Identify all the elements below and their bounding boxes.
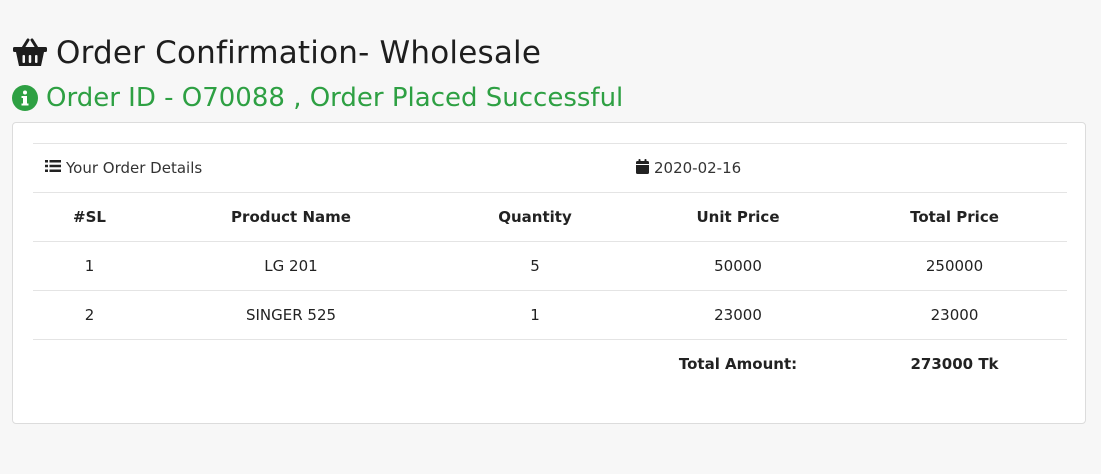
order-date-cell: 2020-02-16 <box>634 143 1067 193</box>
row-unit-price: 50000 <box>634 241 842 291</box>
info-circle-icon <box>12 85 38 111</box>
table-header-row: #SL Product Name Quantity Unit Price Tot… <box>33 192 1067 242</box>
column-header-product-name: Product Name <box>146 192 436 242</box>
table-row: 2 SINGER 525 1 23000 23000 <box>33 290 1067 340</box>
row-total-price: 23000 <box>842 290 1067 340</box>
order-details-cell: Your Order Details <box>33 143 634 193</box>
row-unit-price: 23000 <box>634 290 842 340</box>
order-status: Order ID - O70088 , Order Placed Success… <box>12 80 623 116</box>
total-spacer <box>33 339 634 388</box>
column-header-unit-price: Unit Price <box>634 192 842 242</box>
row-sl: 2 <box>33 290 146 340</box>
row-quantity: 1 <box>436 290 634 340</box>
total-amount-label: Total Amount: <box>634 339 842 388</box>
row-product-name: SINGER 525 <box>146 290 436 340</box>
total-row: Total Amount: 273000 Tk <box>33 339 1067 388</box>
list-icon <box>45 159 61 177</box>
row-product-name: LG 201 <box>146 241 436 291</box>
row-quantity: 5 <box>436 241 634 291</box>
order-details-label: Your Order Details <box>66 159 203 177</box>
column-header-quantity: Quantity <box>436 192 634 242</box>
row-total-price: 250000 <box>842 241 1067 291</box>
row-sl: 1 <box>33 241 146 291</box>
table-row: 1 LG 201 5 50000 250000 <box>33 241 1067 291</box>
calendar-icon <box>636 158 649 178</box>
order-date: 2020-02-16 <box>654 159 742 177</box>
column-header-sl: #SL <box>33 192 146 242</box>
order-table: Your Order Details 2020-02-16 #SL Produc… <box>33 143 1067 388</box>
order-status-text: Order ID - O70088 , Order Placed Success… <box>46 83 624 113</box>
page-header: Order Confirmation- Wholesale <box>12 32 541 74</box>
page: Order Confirmation- Wholesale Order ID -… <box>0 0 1101 474</box>
total-amount-value: 273000 Tk <box>842 339 1067 388</box>
page-title: Order Confirmation- Wholesale <box>56 35 542 71</box>
order-info-row: Your Order Details 2020-02-16 <box>33 143 1067 193</box>
basket-icon <box>12 38 48 68</box>
order-card: Your Order Details 2020-02-16 #SL Produc… <box>12 122 1086 424</box>
column-header-total-price: Total Price <box>842 192 1067 242</box>
